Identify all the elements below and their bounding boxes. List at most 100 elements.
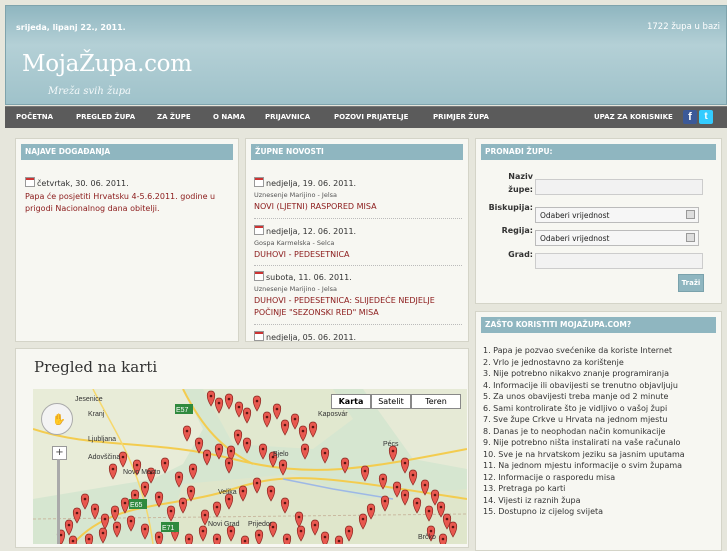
map-marker-dot — [323, 451, 327, 455]
map-marker-dot — [187, 537, 191, 541]
diocese-value: Odaberi vrijednost — [540, 211, 610, 220]
map-marker-dot — [439, 505, 443, 509]
facebook-icon[interactable]: f — [683, 110, 697, 124]
map-tab-satellite[interactable]: Satelit — [371, 394, 411, 409]
map-marker-dot — [255, 481, 259, 485]
city-input[interactable] — [535, 253, 703, 269]
event-date: četvrtak, 30. 06. 2011. — [37, 179, 129, 188]
reason-item: 13. Pretraga po karti — [483, 484, 566, 493]
map-place-label: Kranj — [88, 411, 105, 418]
region-value: Odaberi vrijednost — [540, 234, 610, 243]
hand-icon: ✋ — [52, 413, 66, 426]
map-marker-dot — [129, 519, 133, 523]
map-title: Pregled na karti — [34, 358, 158, 376]
reason-item: 5. Za unos obavijesti treba manje od 2 m… — [483, 392, 669, 401]
event-text[interactable]: Papa će posjetiti Hrvatsku 4-5.6.2011. g… — [25, 191, 231, 215]
news-parish: Uznesenje Marijino - Jelsa — [254, 285, 338, 293]
news-date: subota, 11. 06. 2011. — [266, 273, 352, 282]
news-headline[interactable]: DUHOVI - PEDESETNICA: SLIJEDEĆE NEDJELJE… — [254, 295, 464, 319]
map-marker-dot — [143, 527, 147, 531]
reason-item: 8. Danas je to neophodan način komunikac… — [483, 426, 666, 436]
news-date: nedjelja, 05. 06. 2011. — [266, 333, 357, 342]
map-tab-map[interactable]: Karta — [331, 394, 371, 409]
map-marker-dot — [303, 447, 307, 451]
map-marker-dot — [215, 505, 219, 509]
map-marker-dot — [115, 525, 119, 529]
map-marker-dot — [337, 539, 341, 543]
map-place-label: Kaposvár — [318, 411, 348, 418]
map-marker-dot — [285, 537, 289, 541]
map-marker-dot — [361, 517, 365, 521]
zoom-slider[interactable] — [57, 459, 60, 544]
news-parish: Gospa Karmelska - Selca — [254, 239, 335, 247]
parish-name-label: Naziv — [508, 172, 533, 181]
nav-invite-friends[interactable]: POZOVI PRIJATELJE — [334, 113, 408, 121]
site-tagline: Mreža svih župa — [48, 86, 132, 97]
zoom-in-button[interactable]: + — [52, 446, 67, 460]
map-marker-dot — [209, 394, 213, 398]
road-label: E57 — [176, 407, 189, 414]
map-marker-dot — [227, 497, 231, 501]
map-marker-dot — [297, 515, 301, 519]
nav-for-parishes[interactable]: ZA ŽUPE — [157, 113, 191, 121]
map-area[interactable]: Jesenice Kranj Ljubljana Adovščina Novo … — [33, 389, 467, 544]
news-headline[interactable]: DUHOVI - PEDESETNICA — [254, 250, 464, 259]
search-heading: PRONAĐI ŽUPU: — [481, 144, 716, 160]
map-marker-dot — [189, 489, 193, 493]
diocese-label: Biskupija: — [488, 203, 533, 212]
map-marker-dot — [101, 531, 105, 535]
map-marker-dot — [245, 441, 249, 445]
calendar-icon — [254, 271, 264, 281]
nav-parish-example[interactable]: PRIMJER ŽUPA — [433, 113, 489, 121]
map-marker-dot — [157, 535, 161, 539]
map-place-label: Brčko — [418, 534, 436, 541]
map-marker-dot — [257, 533, 261, 537]
map-marker-dot — [451, 525, 455, 529]
site-logo[interactable]: MojaŽupa.com — [22, 51, 192, 77]
nav-home[interactable]: POČETNA — [16, 113, 53, 121]
map-marker-dot — [383, 499, 387, 503]
map-marker-dot — [293, 417, 297, 421]
map-marker-dot — [433, 493, 437, 497]
diocese-select[interactable]: Odaberi vrijednost — [535, 207, 699, 223]
twitter-icon[interactable]: t — [699, 110, 713, 124]
map-marker-dot — [83, 497, 87, 501]
news-date: nedjelja, 19. 06. 2011. — [266, 179, 357, 188]
map-marker-dot — [403, 493, 407, 497]
nav-user-login[interactable]: UPAZ ZA KORISNIKE — [594, 113, 673, 121]
map-marker-dot — [245, 411, 249, 415]
search-button[interactable]: Traži — [678, 274, 704, 292]
parish-name-input[interactable] — [535, 179, 703, 195]
calendar-icon — [25, 177, 35, 187]
map-marker-dot — [411, 473, 415, 477]
map-marker-dot — [269, 489, 273, 493]
map-marker-dot — [197, 441, 201, 445]
calendar-icon — [254, 177, 264, 187]
news-heading: ŽUPNE NOVOSTI — [251, 144, 463, 160]
reason-item: 1. Papa je pozvao svećenike da koriste I… — [483, 346, 673, 355]
map-canvas[interactable]: Jesenice Kranj Ljubljana Adovščina Novo … — [33, 389, 467, 544]
map-place-label: Novo Mesto — [123, 469, 160, 476]
map-marker-dot — [403, 461, 407, 465]
map-pan-control[interactable]: ✋ — [41, 403, 73, 435]
nav-parish-overview[interactable]: PREGLED ŽUPA — [76, 113, 135, 121]
map-marker-dot — [241, 489, 245, 493]
nav-registration[interactable]: PRIJAVNICA — [265, 113, 310, 121]
map-marker-dot — [323, 535, 327, 539]
region-select[interactable]: Odaberi vrijednost — [535, 230, 699, 246]
map-place-label: Bjelo — [273, 451, 289, 458]
reason-item: 15. Dostupno iz cijelog svijeta — [483, 507, 604, 516]
map-marker-dot — [217, 447, 221, 451]
map-place-label: Adovščina — [88, 454, 120, 461]
news-parish: Uznesenje Marijino - Jelsa — [254, 191, 338, 199]
map-marker-dot — [343, 461, 347, 465]
chevron-down-icon — [686, 233, 695, 242]
map-marker-dot — [281, 463, 285, 467]
nav-about[interactable]: O NAMA — [213, 113, 245, 121]
search-panel: PRONAĐI ŽUPU: Naziv župe: Biskupija: Oda… — [475, 138, 722, 304]
map-marker-dot — [203, 513, 207, 517]
news-headline[interactable]: NOVI (LJETNI) RASPORED MISA — [254, 202, 464, 211]
city-label: Grad: — [508, 250, 533, 259]
map-tab-terrain[interactable]: Teren — [411, 394, 461, 409]
news-date: nedjelja, 12. 06. 2011. — [266, 227, 357, 236]
